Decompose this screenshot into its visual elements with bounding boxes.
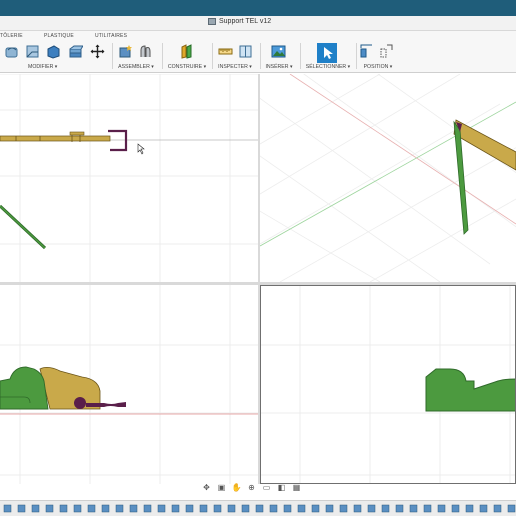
select-icon[interactable] (317, 43, 337, 63)
ribbon-toolbar: TÔLERIE PLASTIQUE UTILITAIRES MODIFIER ▾… (0, 31, 516, 73)
viewport-splitter-vertical[interactable] (258, 74, 260, 484)
select-group: SÉLECTIONNER ▾ (302, 41, 354, 71)
viewport-top-right[interactable] (260, 74, 516, 282)
document-tab[interactable]: Support TEL v12 (208, 18, 271, 25)
construct-menu[interactable]: CONSTRUIRE ▾ (164, 64, 210, 70)
zoom-icon[interactable]: ⊕ (245, 483, 258, 493)
app-titlebar (0, 0, 516, 16)
section-analysis-icon[interactable] (238, 44, 253, 59)
display-settings-icon[interactable]: ▭ (260, 483, 273, 493)
press-pull-icon[interactable] (4, 44, 19, 59)
timeline-features[interactable] (0, 501, 516, 516)
offset-plane-icon[interactable] (179, 44, 194, 59)
ribbon-separator (260, 43, 261, 69)
construct-group: CONSTRUIRE ▾ (164, 41, 210, 71)
capture-position-icon[interactable] (359, 44, 374, 59)
insert-menu[interactable]: INSÉRER ▾ (262, 64, 296, 70)
visual-style-icon[interactable]: ◧ (275, 483, 288, 493)
timeline-bar (0, 500, 516, 516)
navigation-bar: ✥ ▣ ✋ ⊕ ▭ ◧ ▦ (200, 482, 320, 494)
modify-menu[interactable]: MODIFIER ▾ (28, 64, 68, 70)
pan-icon[interactable]: ▣ (215, 483, 228, 493)
orbit-icon[interactable]: ✥ (200, 483, 213, 493)
insert-image-icon[interactable] (271, 44, 286, 59)
front-view-model[interactable] (0, 129, 128, 250)
viewport-bottom-right[interactable] (260, 285, 516, 484)
measure-icon[interactable] (218, 44, 233, 59)
ribbon-separator (300, 43, 301, 69)
assemble-group: ASSEMBLER ▾ (114, 41, 158, 71)
document-tab-bar: Support TEL v12 (0, 16, 516, 31)
revert-position-icon[interactable] (379, 44, 394, 59)
isometric-view-canvas[interactable] (260, 74, 516, 282)
fillet-icon[interactable] (25, 44, 40, 59)
viewport-top-left[interactable] (0, 74, 258, 282)
shell-icon[interactable] (46, 44, 61, 59)
combine-icon[interactable] (68, 44, 83, 59)
active-viewport-frame (260, 285, 516, 484)
position-menu[interactable]: POSITION ▾ (358, 64, 398, 70)
tab-plastique[interactable]: PLASTIQUE (44, 33, 74, 39)
right-view-canvas[interactable] (0, 285, 258, 484)
tab-tolerie[interactable]: TÔLERIE (0, 33, 23, 39)
ribbon-separator (212, 43, 213, 69)
ribbon-separator (112, 43, 113, 69)
ribbon-separator (162, 43, 163, 69)
document-icon (208, 18, 216, 25)
tab-utilitaires[interactable]: UTILITAIRES (95, 33, 127, 39)
insert-group: INSÉRER ▾ (262, 41, 296, 71)
inspect-group: INSPECTER ▾ (214, 41, 256, 71)
inspect-menu[interactable]: INSPECTER ▾ (214, 64, 256, 70)
viewport-bottom-left[interactable] (0, 285, 258, 484)
mouse-cursor-icon (137, 143, 145, 155)
modify-group: MODIFIER ▾ (0, 41, 110, 71)
front-view-canvas[interactable] (0, 74, 258, 282)
joint-icon[interactable] (138, 44, 153, 59)
new-component-icon[interactable] (118, 44, 133, 59)
ribbon-separator (356, 43, 357, 69)
grid-settings-icon[interactable]: ▦ (290, 483, 303, 493)
right-view-model[interactable] (0, 366, 126, 410)
viewport-splitter-horizontal[interactable] (0, 282, 516, 285)
position-group: POSITION ▾ (358, 41, 398, 71)
select-menu[interactable]: SÉLECTIONNER ▾ (302, 64, 354, 70)
document-title: Support TEL v12 (219, 18, 272, 25)
look-at-icon[interactable]: ✋ (230, 483, 243, 493)
assemble-menu[interactable]: ASSEMBLER ▾ (114, 64, 158, 70)
move-icon[interactable] (90, 44, 105, 59)
